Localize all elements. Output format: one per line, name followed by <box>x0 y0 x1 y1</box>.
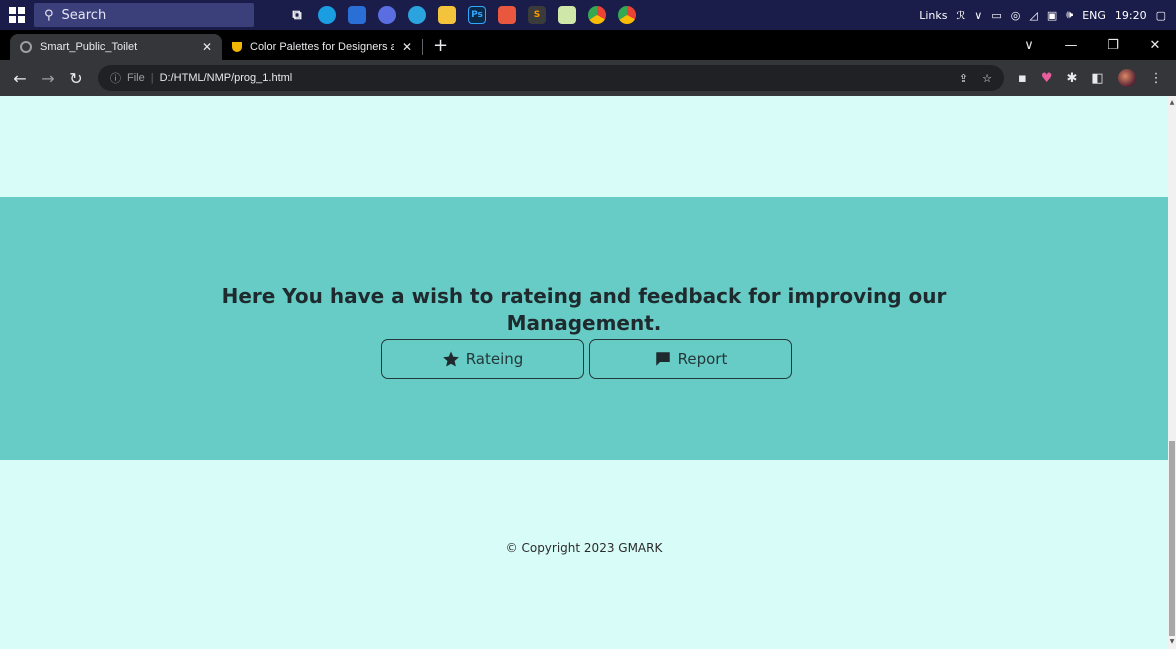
file-explorer-icon[interactable] <box>438 6 456 24</box>
photoshop-icon[interactable]: Ps <box>468 6 486 24</box>
task-view-icon[interactable]: ⧉ <box>288 6 306 24</box>
page-viewport: Here You have a wish to rateing and feed… <box>0 96 1168 649</box>
rating-feedback-section: Here You have a wish to rateing and feed… <box>0 197 1168 460</box>
tab-search-icon[interactable]: ∨ <box>1008 38 1050 53</box>
tab-smart-public-toilet[interactable]: Smart_Public_Toilet ✕ <box>10 34 222 60</box>
info-icon[interactable]: ⓘ <box>110 70 121 86</box>
rating-button[interactable]: Rateing <box>381 339 584 379</box>
volume-icon[interactable]: 🕪 <box>1066 8 1073 22</box>
start-button[interactable] <box>0 0 34 30</box>
address-divider: | <box>150 72 154 84</box>
clock[interactable]: 19:20 <box>1115 9 1147 22</box>
links-label[interactable]: Links <box>919 9 947 22</box>
reload-icon[interactable]: ↻ <box>62 69 90 88</box>
copyright-text: © Copyright 2023 GMARK <box>505 541 663 555</box>
app-icon[interactable] <box>498 6 516 24</box>
close-icon[interactable]: ✕ <box>402 40 412 54</box>
app-icon[interactable] <box>378 6 396 24</box>
telegram-icon[interactable] <box>408 6 426 24</box>
people-icon[interactable]: ℛ <box>957 9 966 22</box>
battery-icon[interactable]: ▭ <box>991 9 1001 22</box>
close-icon[interactable]: ✕ <box>202 40 212 54</box>
window-controls: ∨ — ❐ ✕ <box>1008 30 1176 60</box>
browser-tab-strip: Smart_Public_Toilet ✕ Color Palettes for… <box>0 30 1176 60</box>
tab-color-palettes[interactable]: Color Palettes for Designers and ✕ <box>222 34 422 60</box>
heart-extension-icon[interactable]: ♥ <box>1041 71 1053 86</box>
edge-icon[interactable] <box>318 6 336 24</box>
taskbar-search-placeholder: Search <box>61 7 107 23</box>
chevron-up-icon[interactable]: ∨ <box>974 9 982 22</box>
coffee-cup-icon <box>232 42 242 52</box>
taskbar-search[interactable]: ⚲ Search <box>34 3 254 27</box>
report-button[interactable]: Report <box>589 339 792 379</box>
tab-title: Color Palettes for Designers and <box>250 41 394 53</box>
scroll-up-arrow-icon[interactable]: ▲ <box>1168 98 1176 108</box>
windows-logo-icon <box>9 7 25 23</box>
star-icon <box>442 351 459 367</box>
bookmark-star-icon[interactable]: ☆ <box>982 72 992 85</box>
rating-button-label: Rateing <box>465 350 524 368</box>
store-icon[interactable] <box>348 6 366 24</box>
minimize-icon[interactable]: — <box>1050 38 1092 53</box>
extensions-area: ▪ ♥ ✱ ◧ ⋮ <box>1018 69 1163 87</box>
forward-arrow-icon[interactable]: → <box>34 69 62 88</box>
sublime-text-icon[interactable]: S <box>528 6 546 24</box>
tab-title: Smart_Public_Toilet <box>40 41 138 53</box>
search-icon: ⚲ <box>44 7 54 23</box>
windows-taskbar: ⚲ Search ⧉ Ps S Links ℛ ∨ ▭ ◎ ◿ ▣ 🕪 ENG … <box>0 0 1176 30</box>
notification-icon[interactable]: ▢ <box>1156 9 1166 22</box>
menu-dots-icon[interactable]: ⋮ <box>1150 71 1163 86</box>
close-window-icon[interactable]: ✕ <box>1134 38 1176 53</box>
rating-heading: Here You have a wish to rateing and feed… <box>221 284 947 335</box>
language-indicator[interactable]: ENG <box>1082 9 1106 22</box>
system-tray: Links ℛ ∨ ▭ ◎ ◿ ▣ 🕪 ENG 19:20 ▢ <box>919 8 1176 22</box>
scroll-down-arrow-icon[interactable]: ▼ <box>1168 637 1176 647</box>
share-icon[interactable]: ⇪ <box>959 72 968 85</box>
address-bar[interactable]: ⓘ File | D:/HTML/NMP/prog_1.html ⇪ ☆ <box>98 65 1004 91</box>
network-icon[interactable]: ◿ <box>1029 9 1037 22</box>
chrome-icon[interactable] <box>588 6 606 24</box>
chrome-icon[interactable] <box>618 6 636 24</box>
back-arrow-icon[interactable]: ← <box>6 69 34 88</box>
taskbar-apps: ⧉ Ps S <box>288 6 636 24</box>
restore-icon[interactable]: ❐ <box>1092 38 1134 53</box>
report-button-label: Report <box>677 350 728 368</box>
wifi-icon[interactable]: ◎ <box>1011 9 1021 22</box>
scroll-thumb[interactable] <box>1169 441 1175 636</box>
globe-icon <box>20 41 32 53</box>
notepad-icon[interactable] <box>558 6 576 24</box>
new-tab-icon[interactable]: + <box>423 35 458 60</box>
display-icon[interactable]: ▣ <box>1047 9 1057 22</box>
url-text: D:/HTML/NMP/prog_1.html <box>159 72 293 84</box>
profile-avatar[interactable] <box>1117 69 1136 87</box>
browser-toolbar: ← → ↻ ⓘ File | D:/HTML/NMP/prog_1.html ⇪… <box>0 60 1176 96</box>
side-panel-icon[interactable]: ◧ <box>1091 71 1103 86</box>
scheme-label: File <box>127 72 145 84</box>
puzzle-icon[interactable]: ✱ <box>1066 71 1077 86</box>
page-scrollbar[interactable]: ▲ ▼ <box>1168 96 1176 649</box>
extension-icon[interactable]: ▪ <box>1018 71 1027 86</box>
chat-bubble-icon <box>655 352 670 366</box>
omnibox-actions: ⇪ ☆ <box>959 72 1004 85</box>
